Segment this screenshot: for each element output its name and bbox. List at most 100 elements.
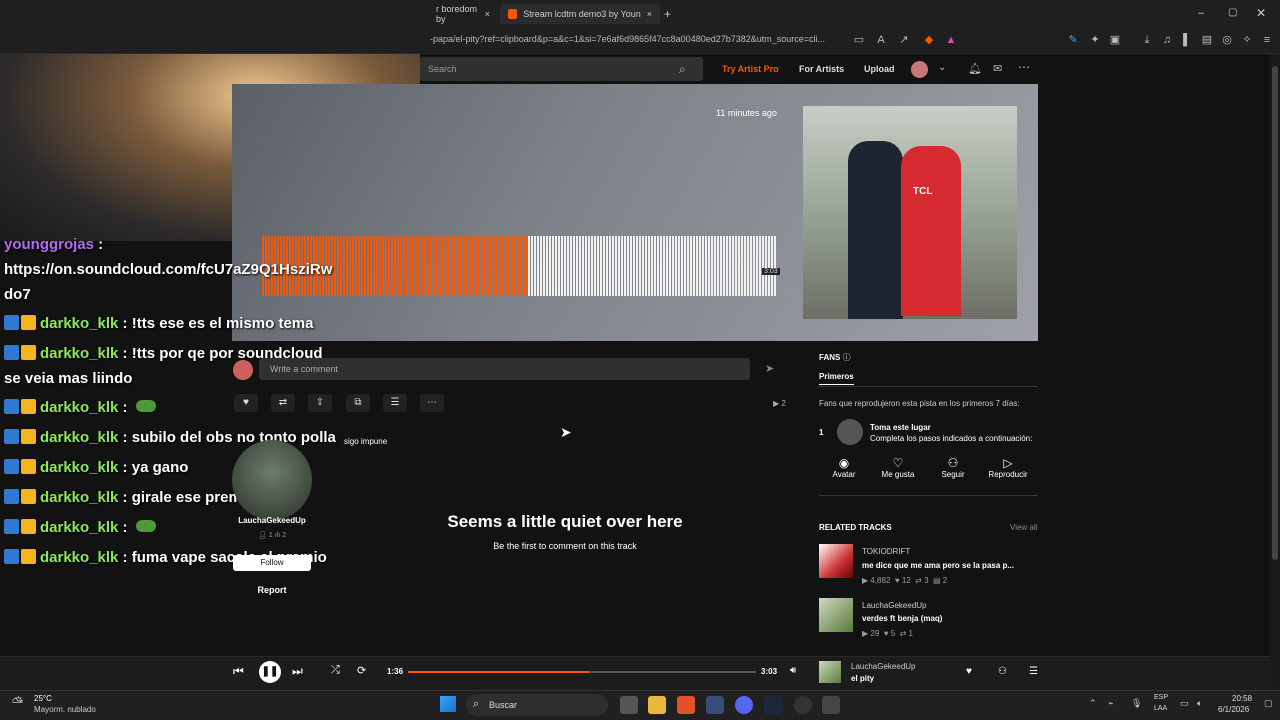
clock-time[interactable]: 20:58 <box>1232 694 1252 703</box>
brave-shield-icon[interactable]: ◆ <box>922 33 936 47</box>
repost-button[interactable]: ⇄ <box>271 394 295 412</box>
uploader-name[interactable]: LauchaGekeedUp <box>232 516 312 525</box>
info-icon[interactable]: ⓘ <box>843 353 851 362</box>
download-icon[interactable]: ⤓ <box>1140 33 1154 47</box>
close-icon[interactable]: × <box>485 9 490 19</box>
chat-username: darkko_klk <box>40 459 119 476</box>
player-artist[interactable]: LauchaGekeedUp <box>851 662 916 671</box>
related-track-title[interactable]: me dice que me ama pero se la pasa p... <box>862 561 1014 570</box>
clock-date[interactable]: 6/1/2026 <box>1218 705 1249 714</box>
try-artist-pro-link[interactable]: Try Artist Pro <box>722 64 779 74</box>
start-icon[interactable] <box>440 696 456 712</box>
screen-icon[interactable]: ▭ <box>852 33 866 47</box>
language-layout[interactable]: LAA <box>1154 705 1167 712</box>
related-track-artist[interactable]: LauchaGekeedUp <box>862 601 927 610</box>
follow-step-button[interactable]: ⚇ Seguir <box>928 456 978 488</box>
player-title[interactable]: el pity <box>851 674 874 683</box>
play-count-value: 2 <box>781 399 786 408</box>
repeat-icon[interactable]: ⟳ <box>357 664 366 677</box>
for-artists-link[interactable]: For Artists <box>799 64 844 74</box>
more-button[interactable]: ⋯ <box>420 394 444 412</box>
extension-icon[interactable]: ✎ <box>1066 33 1080 47</box>
weather-icon[interactable]: ⛅︎ <box>12 694 23 711</box>
file-explorer-icon[interactable] <box>648 696 666 714</box>
player-like-icon[interactable]: ♥ <box>966 666 972 677</box>
queue-icon[interactable]: ☰ <box>1029 666 1038 677</box>
add-to-playlist-button[interactable]: ☰ <box>383 394 407 412</box>
previous-icon[interactable]: ⏮︎ <box>233 664 244 679</box>
maximize-icon[interactable]: ▢ <box>1228 7 1237 18</box>
upload-link[interactable]: Upload <box>864 64 895 74</box>
chevron-down-icon[interactable]: ⌄ <box>938 62 946 73</box>
tab-primeros[interactable]: Primeros <box>819 372 854 385</box>
play-step-button[interactable]: ▷ Reproducir <box>983 456 1033 488</box>
search-input[interactable] <box>420 57 703 81</box>
related-track-title[interactable]: verdes ft benja (maq) <box>862 614 942 623</box>
close-window-icon[interactable]: ✕ <box>1256 6 1266 20</box>
copy-link-button[interactable]: ⧉ <box>346 394 370 412</box>
share-icon[interactable]: ↗ <box>897 33 911 47</box>
music-icon[interactable]: ♫ <box>1160 33 1174 47</box>
avatar-step-button[interactable]: ◉ Avatar <box>819 456 869 488</box>
search-icon[interactable]: ⌕ <box>679 62 686 77</box>
waveform-remaining[interactable] <box>528 236 776 296</box>
rewards-icon[interactable]: ▲ <box>944 33 958 47</box>
network-icon[interactable]: ⌁ <box>1108 698 1113 709</box>
prime-badge-icon <box>4 519 19 534</box>
task-view-icon[interactable] <box>620 696 638 714</box>
steam-icon[interactable] <box>764 696 782 714</box>
menu-icon[interactable]: ≡ <box>1260 33 1274 47</box>
language[interactable]: ESP <box>1154 694 1168 701</box>
next-icon[interactable]: ⏭︎ <box>292 664 303 679</box>
translate-icon[interactable]: A <box>874 33 888 47</box>
url-text[interactable]: -papa/el-pity?ref=clipboard&p=a&c=1&si=7… <box>430 34 825 44</box>
close-icon[interactable]: × <box>647 9 652 19</box>
scrollbar-thumb[interactable] <box>1272 66 1278 560</box>
related-track-stats: ▶ 4,882 ♥ 12 ⇄ 3 ▤ 2 <box>862 576 948 585</box>
taskbar-search[interactable] <box>466 694 608 716</box>
display-icon[interactable]: ▭ <box>1180 698 1189 709</box>
speaker-icon[interactable]: 🔈︎ <box>1197 698 1202 709</box>
reposts-count: 3 <box>924 576 929 585</box>
app-icon[interactable] <box>822 696 840 714</box>
obs-icon[interactable] <box>794 696 812 714</box>
button-label: Me gusta <box>881 470 915 479</box>
report-link[interactable]: Report <box>232 585 312 595</box>
vpn-icon[interactable]: ◎ <box>1220 33 1234 47</box>
messages-icon[interactable]: ✉ <box>993 62 1002 75</box>
minimize-icon[interactable]: – <box>1198 7 1204 19</box>
like-step-button[interactable]: ♡ Me gusta <box>873 456 923 488</box>
screenshot-icon[interactable]: ▣ <box>1108 33 1122 47</box>
tab-boredom[interactable]: r boredom by × <box>428 4 498 24</box>
share-button[interactable]: ⇪ <box>308 394 332 412</box>
related-track-artwork[interactable] <box>819 598 853 632</box>
related-track-artwork[interactable] <box>819 544 853 578</box>
related-track-artist[interactable]: TOKIODRIFT <box>862 547 910 556</box>
avatar[interactable] <box>911 61 928 78</box>
view-all-link[interactable]: View all <box>1010 523 1037 532</box>
volume-icon[interactable]: 🔊︎ <box>790 665 796 676</box>
send-icon[interactable]: ➤ <box>765 362 774 375</box>
follow-button[interactable]: Follow <box>233 555 311 571</box>
more-icon[interactable]: ⋯ <box>1018 60 1030 74</box>
discord-icon[interactable] <box>735 696 753 714</box>
heart-outline-icon: ♡ <box>892 456 904 470</box>
tab-stream[interactable]: Stream lcdtm demo3 by Young Roja × <box>500 4 660 24</box>
sidebar-icon[interactable]: ▌ <box>1180 33 1194 47</box>
new-tab-button[interactable]: + <box>664 7 671 21</box>
player-artwork[interactable] <box>819 661 841 683</box>
notifications-icon[interactable]: ▢ <box>1264 698 1273 709</box>
player-follow-icon[interactable]: ⚇ <box>998 666 1007 677</box>
pause-button[interactable]: ❚❚ <box>259 661 281 683</box>
like-button[interactable]: ♥ <box>234 394 258 412</box>
shuffle-icon[interactable]: ⤮ <box>331 664 340 677</box>
puzzle-icon[interactable]: ✦ <box>1088 33 1102 47</box>
wallet-icon[interactable]: ▤ <box>1200 33 1214 47</box>
chevron-up-icon[interactable]: ⌃ <box>1089 698 1097 709</box>
mic-icon[interactable]: 🎙︎ <box>1131 698 1142 709</box>
uploader-avatar[interactable] <box>232 440 312 520</box>
brave-icon[interactable] <box>677 696 695 714</box>
leo-icon[interactable]: ✧ <box>1240 33 1254 47</box>
calculator-icon[interactable] <box>706 696 724 714</box>
notification-icon[interactable]: 🔔︎ <box>968 62 982 75</box>
